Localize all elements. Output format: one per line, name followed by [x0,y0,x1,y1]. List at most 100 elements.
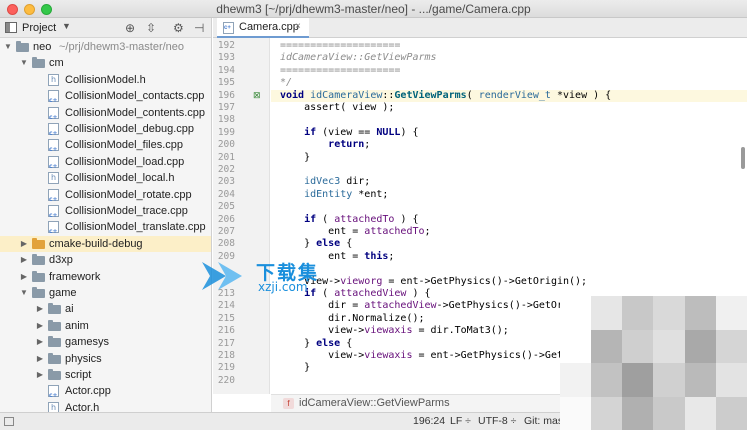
expand-right-icon[interactable]: ▶ [36,318,44,334]
code-token: (view == [322,126,377,138]
code-line[interactable]: } [280,362,310,374]
mosaic-tile [684,363,716,397]
expand-right-icon[interactable]: ▶ [20,236,28,252]
code-line[interactable]: idEntity *ent; [280,189,388,201]
folder-icon [32,254,45,266]
tree-item[interactable]: CollisionModel_contacts.cpp [0,88,211,109]
close-icon[interactable]: × [295,21,301,32]
tree-item[interactable]: ▶ ai [0,301,211,317]
git-branch[interactable]: Git: mas [524,415,563,427]
tree-item[interactable]: ▶ d3xp [0,252,211,268]
tree-item[interactable]: ▶ script [0,367,211,383]
chevron-down-icon[interactable]: ▼ [62,21,71,31]
code-line[interactable]: */ [280,77,292,89]
editor-gutter: 192 193 194 195 196 197 198 199 200 201 202 203 204 2… [213,38,270,394]
code-line[interactable]: view->viewaxis = dir.ToMat3(); [280,325,509,337]
tree-item[interactable]: CollisionModel_files.cpp [0,137,211,158]
tree-item[interactable]: ▶ gamesys [0,334,211,350]
mosaic-tile [715,329,747,363]
tree-item-label: CollisionModel_contacts.cpp [65,90,205,103]
editor-scrollbar[interactable] [741,147,745,169]
code-line[interactable]: if (view == NULL) { [280,126,419,139]
tree-item[interactable]: ▶ anim [0,318,211,334]
project-view-selector[interactable]: Project [22,22,56,34]
tree-item[interactable]: CollisionModel_translate.cpp [0,219,211,240]
mosaic-tile [591,329,623,363]
tree-item[interactable]: Actor.cpp [0,383,211,404]
collapse-all-icon[interactable]: ⇳ [146,21,156,35]
expand-right-icon[interactable]: ▶ [20,252,28,268]
tree-item[interactable]: CollisionModel_load.cpp [0,154,211,175]
current-code-line[interactable]: void idCameraView::GetViewParms( renderV… [271,89,747,102]
tree-item[interactable]: Actor.h [0,400,211,412]
implements-icon[interactable]: ⊠ [253,90,261,101]
code-line[interactable]: } [280,152,310,164]
tree-item[interactable]: ▶ cmake-build-debug [0,235,211,252]
code-token: renderView_t [478,89,557,101]
code-line[interactable]: ==================== [280,40,400,52]
code-line[interactable]: idVec3 dir; [280,176,370,188]
tree-item[interactable]: ▼ cm [0,55,211,71]
expand-down-icon[interactable]: ▼ [20,285,28,301]
folder-icon [48,303,61,315]
tree-item[interactable]: ▶ physics [0,351,211,367]
tree-item[interactable]: CollisionModel_contents.cpp [0,105,211,126]
code-line[interactable]: if ( attachedTo ) { [280,214,418,226]
cpp-file-icon [48,221,59,240]
tree-item[interactable]: ▼ neo ~/prj/dhewm3-master/neo [0,39,211,55]
expand-down-icon[interactable]: ▼ [4,39,12,55]
cpp-file-icon [48,106,59,126]
expand-right-icon[interactable]: ▶ [36,301,44,317]
code-line[interactable]: idCameraView::GetViewParms [280,52,437,64]
tree-item[interactable]: CollisionModel.h [0,72,211,88]
mosaic-tile [653,296,685,330]
folder-icon [48,352,61,364]
tree-item-label: Actor.h [65,401,100,412]
expand-right-icon[interactable]: ▶ [36,351,44,367]
sync-icon[interactable]: ⊕ [125,21,135,35]
cpp-file-icon [48,188,59,208]
line-number: 207 [217,226,235,237]
code-token: view-> [280,325,365,337]
watermark: 下载集 xzji.com [196,256,386,296]
code-line[interactable]: return; [280,139,370,151]
code-line[interactable]: } else { [280,238,352,250]
expand-right-icon[interactable]: ▶ [36,367,44,383]
tool-windows-icon[interactable] [4,417,14,426]
caret-position[interactable]: 196:24 [413,415,445,427]
code-token: ) { [406,288,431,299]
tree-item[interactable]: CollisionModel_rotate.cpp [0,187,211,208]
tree-item[interactable]: CollisionModel_local.h [0,170,211,186]
tree-item[interactable]: CollisionModel_trace.cpp [0,203,211,224]
mosaic-tile [560,396,592,430]
line-number: 219 [217,362,235,374]
tree-item[interactable]: ▶ framework [0,269,211,285]
line-number: 206 [217,213,235,225]
code-token: viewaxis [364,325,413,337]
expand-down-icon[interactable]: ▼ [20,55,28,71]
expand-right-icon[interactable]: ▶ [20,269,28,285]
breadcrumb-function[interactable]: idCameraView::GetViewParms [299,397,450,409]
gear-icon[interactable]: ⚙ [173,21,184,35]
project-panel-header: Project ▼ ⊕ ⇳ ⚙ ⊣ [0,18,211,38]
code-line[interactable]: view->viewaxis = ent->GetPhysics()->GetA… [280,350,587,362]
code-line[interactable]: assert( view ); [280,102,394,114]
tab-camera-cpp[interactable]: Camera.cpp × [217,18,309,38]
code-line[interactable]: dir.Normalize(); [280,313,424,325]
code-token: ) { [400,126,419,138]
code-line[interactable]: ==================== [280,65,400,77]
tree-item[interactable]: ▼ game [0,285,211,301]
line-separator[interactable]: LF ÷ [450,415,471,427]
expand-right-icon[interactable]: ▶ [36,334,44,350]
file-encoding[interactable]: UTF-8 ÷ [478,415,516,427]
code-line[interactable]: ent = attachedTo; [280,226,430,238]
header-file-icon [48,400,59,412]
cpp-file-icon [223,22,234,34]
mosaic-tile [684,396,716,430]
code-line[interactable]: } else { [280,338,352,350]
mosaic-tile [591,296,623,330]
hide-panel-icon[interactable]: ⊣ [194,21,204,35]
tree-item[interactable]: CollisionModel_debug.cpp [0,121,211,142]
mosaic-tile [653,329,685,363]
